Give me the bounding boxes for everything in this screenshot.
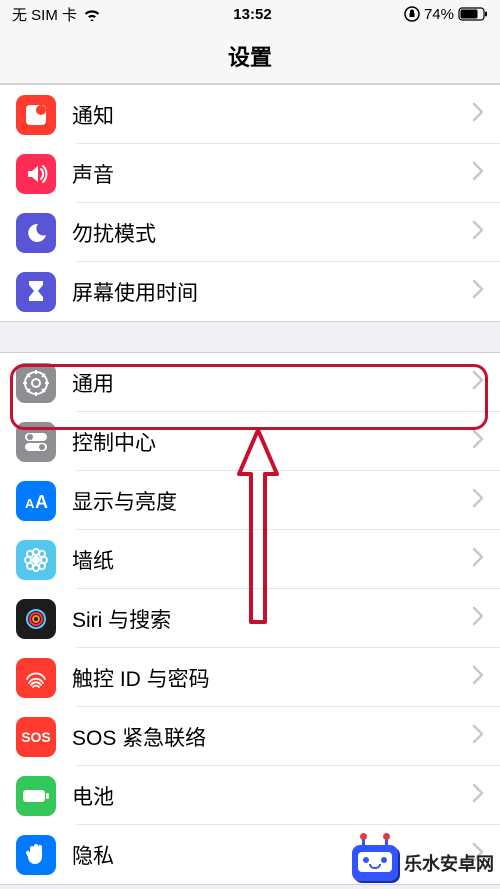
orientation-lock-icon [404, 6, 420, 22]
row-label: 勿扰模式 [72, 218, 472, 248]
hand-icon [16, 835, 56, 875]
hourglass-icon [16, 272, 56, 312]
row-label: 声音 [72, 159, 472, 189]
status-right: 74% [404, 6, 488, 23]
page-title: 设置 [228, 40, 272, 72]
svg-text:A: A [35, 492, 48, 511]
battery-status-icon [458, 7, 488, 21]
status-left: 无 SIM 卡 [12, 4, 101, 25]
row-label: Siri 与搜索 [72, 604, 472, 634]
row-label: 触控 ID 与密码 [72, 663, 472, 693]
settings-row-sos[interactable]: SOS SOS 紧急联络 [0, 707, 500, 766]
settings-row-controlcenter[interactable]: 控制中心 [0, 412, 500, 471]
status-bar: 无 SIM 卡 13:52 74% [0, 0, 500, 28]
settings-row-notifications[interactable]: 通知 [0, 85, 500, 144]
sos-icon: SOS [16, 717, 56, 757]
flower-icon [16, 540, 56, 580]
wifi-icon [83, 8, 101, 21]
chevron-right-icon [472, 370, 484, 395]
notifications-icon [16, 95, 56, 135]
settings-row-general[interactable]: 通用 [0, 353, 500, 412]
watermark-logo-icon [352, 845, 398, 881]
row-label: 显示与亮度 [72, 486, 472, 516]
row-label: 通用 [72, 368, 472, 398]
fingerprint-icon [16, 658, 56, 698]
row-label: 电池 [72, 781, 472, 811]
watermark-text: 乐水安卓网 [404, 850, 494, 876]
chevron-right-icon [472, 488, 484, 513]
battery-icon [16, 776, 56, 816]
toggles-icon [16, 422, 56, 462]
settings-row-siri[interactable]: Siri 与搜索 [0, 589, 500, 648]
chevron-right-icon [472, 665, 484, 690]
siri-icon [16, 599, 56, 639]
settings-row-dnd[interactable]: 勿扰模式 [0, 203, 500, 262]
row-label: 屏幕使用时间 [72, 277, 472, 307]
chevron-right-icon [472, 606, 484, 631]
page-header: 设置 [0, 28, 500, 84]
chevron-right-icon [472, 547, 484, 572]
settings-group: 通知声音勿扰模式屏幕使用时间 [0, 84, 500, 322]
svg-text:A: A [25, 496, 35, 511]
row-label: SOS 紧急联络 [72, 722, 472, 752]
settings-row-display[interactable]: AA 显示与亮度 [0, 471, 500, 530]
chevron-right-icon [472, 724, 484, 749]
gear-icon [16, 363, 56, 403]
settings-row-sounds[interactable]: 声音 [0, 144, 500, 203]
clock: 13:52 [233, 6, 271, 23]
sounds-icon [16, 154, 56, 194]
moon-icon [16, 213, 56, 253]
chevron-right-icon [472, 429, 484, 454]
settings-row-wallpaper[interactable]: 墙纸 [0, 530, 500, 589]
chevron-right-icon [472, 161, 484, 186]
settings-row-touchid[interactable]: 触控 ID 与密码 [0, 648, 500, 707]
chevron-right-icon [472, 220, 484, 245]
settings-row-screentime[interactable]: 屏幕使用时间 [0, 262, 500, 321]
watermark: 乐水安卓网 [352, 845, 494, 881]
row-label: 通知 [72, 100, 472, 130]
row-label: 控制中心 [72, 427, 472, 457]
chevron-right-icon [472, 279, 484, 304]
carrier-text: 无 SIM 卡 [12, 4, 77, 25]
row-label: 墙纸 [72, 545, 472, 575]
text-size-icon: AA [16, 481, 56, 521]
chevron-right-icon [472, 783, 484, 808]
chevron-right-icon [472, 102, 484, 127]
settings-row-battery[interactable]: 电池 [0, 766, 500, 825]
battery-pct: 74% [424, 6, 454, 23]
settings-group: 通用控制中心 AA 显示与亮度墙纸 Siri 与搜索触控 ID 与密码 SOS SOS 紧… [0, 352, 500, 885]
